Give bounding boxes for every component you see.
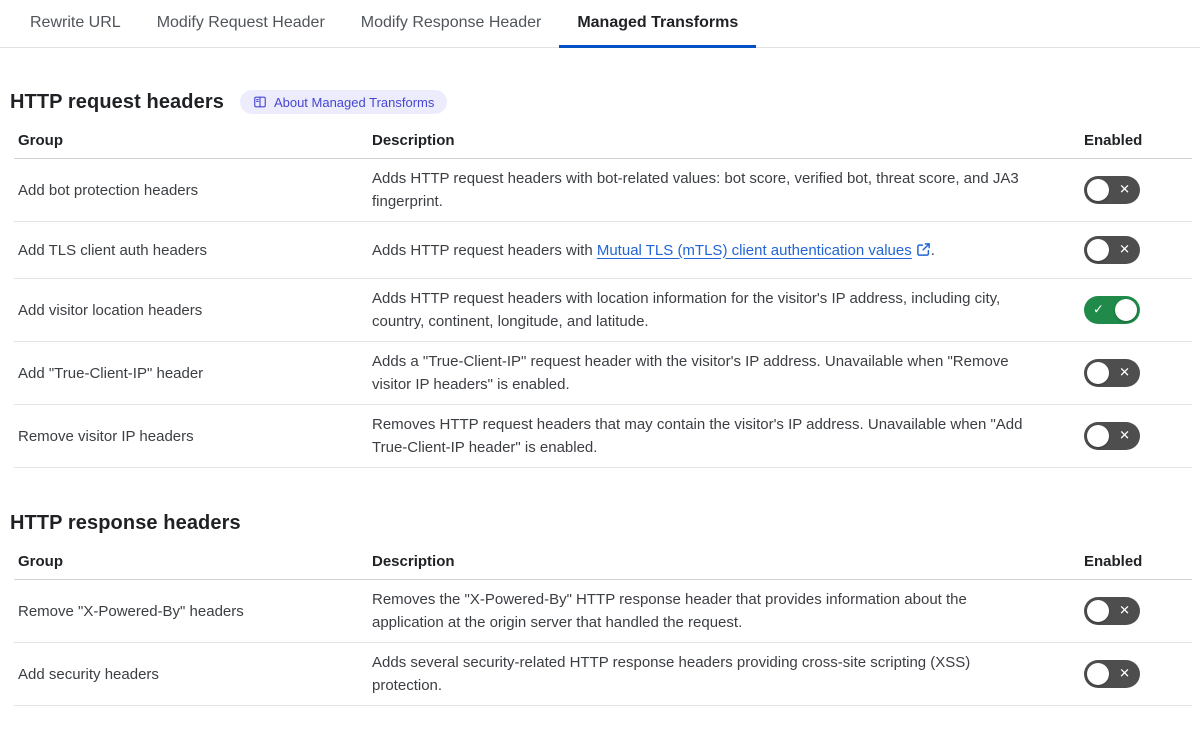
toggle-add-security-headers[interactable]: ✓ ✕ bbox=[1084, 660, 1140, 688]
column-header-enabled: Enabled bbox=[1084, 132, 1143, 149]
tab-modify-request-header[interactable]: Modify Request Header bbox=[139, 0, 343, 48]
mtls-values-link[interactable]: Mutual TLS (mTLS) client authentication … bbox=[597, 242, 912, 259]
toggle-knob bbox=[1087, 425, 1109, 447]
table-row: Remove visitor IP headers Removes HTTP r… bbox=[14, 405, 1192, 468]
row-description: Adds HTTP request headers with Mutual TL… bbox=[372, 231, 1084, 270]
about-managed-transforms-badge[interactable]: About Managed Transforms bbox=[239, 90, 448, 114]
toggle-add-visitor-location-headers[interactable]: ✓ ✕ bbox=[1084, 296, 1140, 324]
toggle-add-bot-protection-headers[interactable]: ✓ ✕ bbox=[1084, 176, 1140, 204]
x-icon: ✕ bbox=[1119, 603, 1130, 619]
table-row: Add TLS client auth headers Adds HTTP re… bbox=[14, 222, 1192, 279]
toggle-add-true-client-ip-header[interactable]: ✓ ✕ bbox=[1084, 359, 1140, 387]
response-headers-table: Group Description Enabled Remove "X-Powe… bbox=[14, 549, 1192, 706]
row-group-label: Add bot protection headers bbox=[18, 181, 199, 199]
toggle-knob bbox=[1087, 179, 1109, 201]
row-group-label: Add "True-Client-IP" header bbox=[18, 364, 204, 382]
row-description: Removes the "X-Powered-By" HTTP response… bbox=[372, 591, 967, 631]
table-row: Add security headers Adds several securi… bbox=[14, 643, 1192, 706]
row-description: Removes HTTP request headers that may co… bbox=[372, 416, 1023, 456]
toggle-knob bbox=[1087, 600, 1109, 622]
x-icon: ✕ bbox=[1119, 666, 1130, 682]
toggle-knob bbox=[1087, 362, 1109, 384]
column-header-description: Description bbox=[372, 132, 455, 149]
response-section-title: HTTP response headers bbox=[10, 512, 241, 534]
row-description: Adds HTTP request headers with bot-relat… bbox=[372, 170, 1019, 210]
row-group-label: Add TLS client auth headers bbox=[18, 241, 208, 259]
row-group-label: Add security headers bbox=[18, 665, 159, 683]
transform-rules-tabbar: Rewrite URL Modify Request Header Modify… bbox=[0, 0, 1200, 48]
toggle-remove-x-powered-by-headers[interactable]: ✓ ✕ bbox=[1084, 597, 1140, 625]
response-headers-section: HTTP response headers Group Description … bbox=[0, 512, 1200, 706]
column-header-group: Group bbox=[18, 553, 63, 570]
row-group-label: Add visitor location headers bbox=[18, 301, 203, 319]
table-header-row: Group Description Enabled bbox=[14, 128, 1192, 159]
toggle-knob bbox=[1087, 239, 1109, 261]
request-headers-section: HTTP request headers About Managed Trans… bbox=[0, 90, 1200, 468]
book-icon bbox=[254, 96, 266, 108]
row-group-label: Remove "X-Powered-By" headers bbox=[18, 602, 244, 620]
row-description: Adds several security-related HTTP respo… bbox=[372, 654, 971, 694]
toggle-knob bbox=[1115, 299, 1137, 321]
table-row: Add bot protection headers Adds HTTP req… bbox=[14, 159, 1192, 222]
check-icon: ✓ bbox=[1093, 302, 1104, 318]
column-header-enabled: Enabled bbox=[1084, 553, 1143, 570]
x-icon: ✕ bbox=[1119, 242, 1130, 258]
column-header-description: Description bbox=[372, 553, 455, 570]
x-icon: ✕ bbox=[1119, 365, 1130, 381]
row-group-label: Remove visitor IP headers bbox=[18, 427, 194, 445]
badge-label: About Managed Transforms bbox=[273, 94, 435, 110]
x-icon: ✕ bbox=[1119, 182, 1130, 198]
row-description: Adds HTTP request headers with location … bbox=[372, 290, 1001, 330]
x-icon: ✕ bbox=[1119, 428, 1130, 444]
table-row: Add visitor location headers Adds HTTP r… bbox=[14, 279, 1192, 342]
column-header-group: Group bbox=[18, 132, 63, 149]
request-section-title: HTTP request headers bbox=[10, 90, 224, 113]
request-headers-table: Group Description Enabled Add bot protec… bbox=[14, 128, 1192, 468]
toggle-knob bbox=[1087, 663, 1109, 685]
description-text: . bbox=[930, 241, 935, 259]
table-row: Add "True-Client-IP" header Adds a "True… bbox=[14, 342, 1192, 405]
table-row: Remove "X-Powered-By" headers Removes th… bbox=[14, 580, 1192, 643]
row-description: Adds a "True-Client-IP" request header w… bbox=[372, 353, 1009, 393]
toggle-remove-visitor-ip-headers[interactable]: ✓ ✕ bbox=[1084, 422, 1140, 450]
tab-rewrite-url[interactable]: Rewrite URL bbox=[12, 0, 139, 48]
tab-modify-response-header[interactable]: Modify Response Header bbox=[343, 0, 560, 48]
toggle-add-tls-client-auth-headers[interactable]: ✓ ✕ bbox=[1084, 236, 1140, 264]
table-header-row: Group Description Enabled bbox=[14, 549, 1192, 580]
tab-managed-transforms[interactable]: Managed Transforms bbox=[559, 0, 757, 48]
external-link-icon[interactable] bbox=[916, 242, 931, 257]
description-text: Adds HTTP request headers with bbox=[372, 241, 597, 259]
